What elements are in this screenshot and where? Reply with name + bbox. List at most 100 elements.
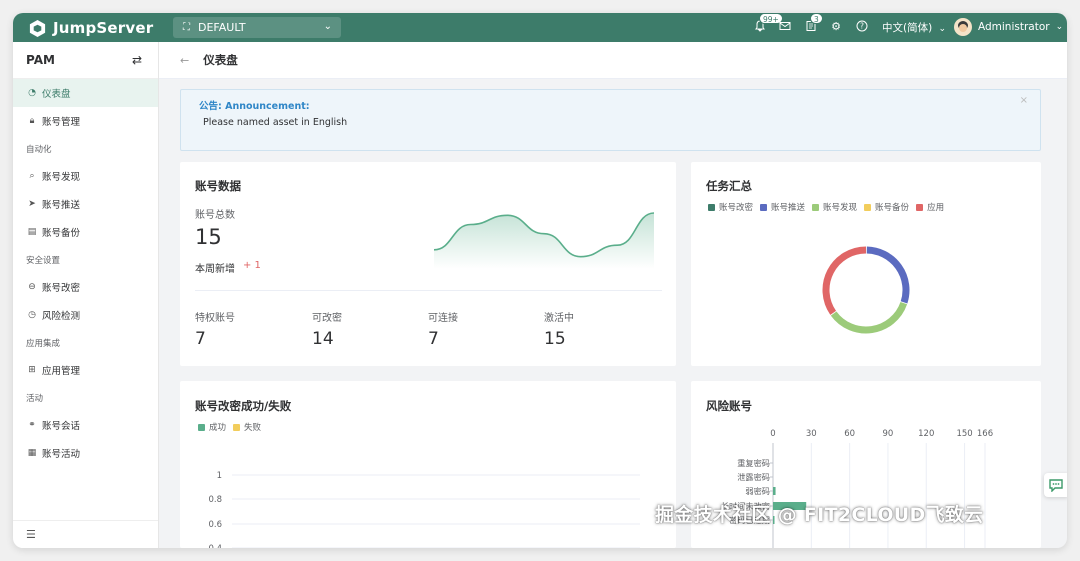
sidebar-item[interactable]: ⊖ 账号改密 xyxy=(13,273,158,301)
stat-value: 7 xyxy=(428,329,439,349)
sidebar-item[interactable]: ⌕ 账号发现 xyxy=(13,162,158,190)
x-tick-label: 60 xyxy=(844,429,855,439)
sidebar-group-label: 安全设置 xyxy=(26,255,61,266)
change-secret-legend: 成功 失败 xyxy=(198,421,268,433)
change-secret-line-chart: 1 0.8 0.6 0.4 xyxy=(208,471,640,548)
sidebar-group-label: 自动化 xyxy=(26,144,52,155)
sidebar-item[interactable]: ➤ 账号推送 xyxy=(13,190,158,218)
donut-slice-账号推送[interactable] xyxy=(866,246,910,304)
collapse-menu-icon: ☰ xyxy=(26,528,36,541)
language-selector[interactable]: 中文(简体) ⌄ xyxy=(882,20,946,35)
ticket-icon[interactable]: 3 xyxy=(804,13,823,34)
legend-label: 账号备份 xyxy=(875,203,910,213)
gauge-icon: ◷ xyxy=(28,310,36,320)
trend-area xyxy=(434,213,654,269)
legend-swatch xyxy=(812,203,820,211)
sidebar-item-label: 应用管理 xyxy=(42,366,81,377)
announcement-banner: 公告: Announcement: Please named asset in … xyxy=(180,89,1041,151)
sidebar-group-label: 活动 xyxy=(26,393,44,404)
sidebar-item[interactable]: ▦ 账号活动 xyxy=(13,439,158,467)
sidebar-collapse-button[interactable]: ☰ xyxy=(13,520,158,548)
sidebar-item[interactable]: ⊞ 应用管理 xyxy=(13,356,158,384)
announcement-text: Please named asset in English xyxy=(203,117,348,128)
legend-item[interactable]: 账号发现 xyxy=(812,201,857,213)
legend-swatch xyxy=(708,203,715,211)
risk-bar[interactable] xyxy=(773,487,776,495)
legend-swatch xyxy=(864,203,872,211)
language-label: 中文(简体) xyxy=(882,22,933,34)
page-title: 仪表盘 xyxy=(203,53,238,67)
org-name: DEFAULT xyxy=(198,21,246,34)
chevron-down-icon: ⌄ xyxy=(323,21,332,32)
donut-slice-账号发现[interactable] xyxy=(830,301,908,334)
org-selector[interactable]: ⛶ DEFAULT ⌄ xyxy=(173,17,341,38)
app-window: JumpServer ⛶ DEFAULT ⌄ 99+ 3 ⚙ ? 中文(简体) … xyxy=(13,13,1067,548)
back-arrow-icon[interactable]: ← xyxy=(180,54,189,67)
donut-slice-应用[interactable] xyxy=(822,246,867,315)
legend-item[interactable]: 账号推送 xyxy=(760,201,805,213)
org-tree-icon: ⛶ xyxy=(183,22,190,33)
y-tick-label: 0.6 xyxy=(208,520,222,530)
sidebar-item[interactable]: ▤ 账号备份 xyxy=(13,218,158,246)
sidebar-item-label: 账号管理 xyxy=(42,117,81,128)
stat-value: 7 xyxy=(195,329,206,349)
sidebar: PAM ⇄ ◔ 仪表盘 🔒︎ 账号管理自动化 ⌕ 账号发现 ➤ 账号推送 ▤ 账号备份安全设置 ⊖ 账… xyxy=(13,42,159,548)
card-title: 风险账号 xyxy=(706,399,752,413)
key-lock-icon: ⊖ xyxy=(28,282,36,292)
notification-bell-icon[interactable]: 99+ xyxy=(753,13,783,34)
stat-label: 特权账号 xyxy=(195,313,235,324)
sidebar-item-label: 账号备份 xyxy=(42,228,81,239)
settings-gear-icon[interactable]: ⚙ xyxy=(829,20,843,34)
help-icon[interactable]: ? xyxy=(855,20,869,34)
user-menu[interactable]: Administrator ⌄ xyxy=(954,18,1063,36)
legend-item[interactable]: 应用 xyxy=(916,201,944,213)
message-icon[interactable] xyxy=(778,20,792,34)
announcement-heading: 公告: Announcement: xyxy=(199,101,310,112)
legend-item[interactable]: 成功 xyxy=(198,421,226,433)
legend-item[interactable]: 账号改密 xyxy=(708,201,753,213)
card-title: 账号数据 xyxy=(195,179,241,193)
user-name: Administrator xyxy=(978,21,1050,33)
sidebar-item-label: 账号改密 xyxy=(42,283,81,294)
x-tick-label: 120 xyxy=(918,429,934,439)
legend-item[interactable]: 失败 xyxy=(233,421,261,433)
calendar-icon: ▦ xyxy=(27,448,37,458)
stat-label: 激活中 xyxy=(544,313,574,324)
chat-assistant-button[interactable] xyxy=(1044,473,1067,497)
sidebar-item-label: 账号推送 xyxy=(42,200,81,211)
legend-swatch xyxy=(198,423,205,431)
switch-view-icon[interactable]: ⇄ xyxy=(132,53,142,67)
sidebar-item[interactable]: ◔ 仪表盘 xyxy=(13,79,158,107)
chevron-down-icon: ⌄ xyxy=(1055,22,1064,32)
stat-label: 可改密 xyxy=(312,313,342,324)
stat-value: 14 xyxy=(312,329,334,349)
sidebar-group-label: 应用集成 xyxy=(26,338,61,349)
sidebar-item[interactable]: ⚭ 账号会话 xyxy=(13,411,158,439)
task-donut-chart xyxy=(822,246,910,334)
account-trend-chart xyxy=(433,212,655,269)
y-category-label: 泄露密码 xyxy=(737,472,770,482)
legend-label: 成功 xyxy=(209,423,227,433)
sidebar-menu: ◔ 仪表盘 🔒︎ 账号管理自动化 ⌕ 账号发现 ➤ 账号推送 ▤ 账号备份安全设置 ⊖ 账号改密 ◷ 风险… xyxy=(13,79,158,467)
dashboard-icon: ◔ xyxy=(28,88,36,98)
close-icon[interactable]: × xyxy=(1020,95,1028,106)
weekly-new-label: 本周新增 xyxy=(195,264,235,275)
page-header: ← 仪表盘 xyxy=(159,42,1067,79)
sidebar-item[interactable]: 🔒︎ 账号管理 xyxy=(13,107,158,135)
total-accounts-value: 15 xyxy=(195,225,222,249)
jumpserver-logo-icon xyxy=(29,19,46,37)
legend-item[interactable]: 账号备份 xyxy=(864,201,909,213)
change-secret-card: 账号改密成功/失败 成功 失败 1 0.8 0.6 0.4 xyxy=(180,381,676,548)
y-category-label: 重复密码 xyxy=(737,458,770,468)
sidebar-item-label: 账号发现 xyxy=(42,172,81,183)
card-title: 任务汇总 xyxy=(706,179,752,193)
brand-logo[interactable]: JumpServer xyxy=(28,17,153,39)
legend-swatch xyxy=(760,203,768,211)
sidebar-header: PAM ⇄ xyxy=(13,42,158,79)
sidebar-title: PAM xyxy=(26,53,55,67)
chevron-down-icon: ⌄ xyxy=(938,24,947,34)
sidebar-item-label: 账号会话 xyxy=(42,421,81,432)
watermark-text: 掘金技术社区 @ FIT2CLOUD飞致云 xyxy=(655,504,984,526)
x-tick-label: 30 xyxy=(806,429,817,439)
sidebar-item[interactable]: ◷ 风险检测 xyxy=(13,301,158,329)
